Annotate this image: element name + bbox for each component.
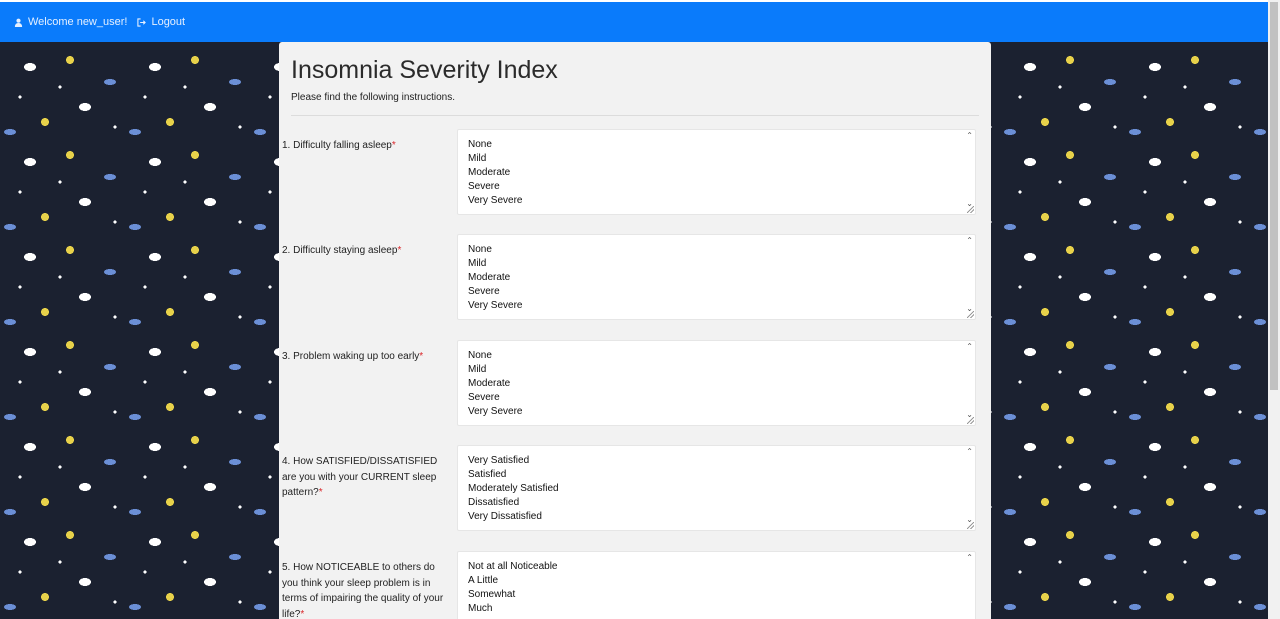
option[interactable]: None [468, 349, 965, 363]
required-marker: * [419, 351, 424, 362]
option[interactable]: Satisfied [468, 468, 965, 482]
answer-listbox[interactable]: Not at all Noticeable A Little Somewhat … [457, 551, 976, 619]
question-row: 4. How SATISFIED/DISSATISFIED are you wi… [279, 445, 991, 531]
option[interactable]: Moderately Satisfied [468, 482, 965, 496]
chevron-up-icon[interactable]: ⌃ [966, 342, 973, 351]
top-navbar: Welcome new_user! Logout [0, 0, 1280, 42]
listbox-scroll-arrows[interactable]: ⌃ ⌄ [963, 341, 973, 425]
question-row: 3. Problem waking up too early* None Mil… [279, 340, 991, 426]
answer-listbox[interactable]: None Mild Moderate Severe Very Severe ⌃ … [457, 234, 976, 320]
required-marker: * [300, 608, 305, 619]
chevron-up-icon[interactable]: ⌃ [966, 447, 973, 456]
option[interactable]: None [468, 138, 965, 152]
option[interactable]: Very Severe [468, 194, 965, 208]
listbox-scroll-arrows[interactable]: ⌃ ⌄ [963, 130, 973, 214]
page-scrollbar[interactable] [1268, 0, 1280, 619]
option[interactable]: Moderate [468, 271, 965, 285]
logout-text: Logout [151, 16, 186, 28]
question-text: 4. How SATISFIED/DISSATISFIED are you wi… [282, 456, 438, 498]
question-label: 2. Difficulty staying asleep* [282, 243, 450, 259]
answer-listbox[interactable]: Very Satisfied Satisfied Moderately Sati… [457, 445, 976, 531]
page-title: Insomnia Severity Index [291, 56, 558, 84]
option[interactable]: Severe [468, 285, 965, 299]
question-text: 1. Difficulty falling asleep [282, 140, 392, 151]
instructions-text: Please find the following instructions. [291, 92, 455, 103]
answer-listbox[interactable]: None Mild Moderate Severe Very Severe ⌃ … [457, 340, 976, 426]
chevron-up-icon[interactable]: ⌃ [966, 131, 973, 140]
question-row: 1. Difficulty falling asleep* None Mild … [279, 129, 991, 215]
listbox-scroll-arrows[interactable]: ⌃ ⌄ [963, 235, 973, 319]
option[interactable]: Mild [468, 363, 965, 377]
option[interactable]: Moderate [468, 377, 965, 391]
question-label: 4. How SATISFIED/DISSATISFIED are you wi… [282, 454, 450, 501]
option[interactable]: Very Dissatisfied [468, 510, 965, 524]
question-label: 3. Problem waking up too early* [282, 349, 450, 365]
welcome-text: Welcome new_user! [28, 16, 128, 28]
question-row: 2. Difficulty staying asleep* None Mild … [279, 234, 991, 320]
option[interactable]: None [468, 243, 965, 257]
question-text: 2. Difficulty staying asleep [282, 245, 398, 256]
answer-listbox[interactable]: None Mild Moderate Severe Very Severe ⌃ … [457, 129, 976, 215]
resize-grip-icon[interactable] [967, 311, 974, 318]
listbox-scroll-arrows[interactable]: ⌃ ⌄ [963, 446, 973, 530]
resize-grip-icon[interactable] [967, 417, 974, 424]
questionnaire-panel: Insomnia Severity Index Please find the … [279, 42, 991, 619]
option[interactable]: Not at all Noticeable [468, 560, 965, 574]
option[interactable]: Very Severe [468, 299, 965, 313]
chevron-up-icon[interactable]: ⌃ [966, 553, 973, 562]
logout-link[interactable]: Logout [137, 16, 185, 28]
divider [291, 115, 979, 116]
scrollbar-thumb[interactable] [1270, 2, 1278, 390]
option[interactable]: Much [468, 602, 965, 616]
option[interactable]: Severe [468, 391, 965, 405]
required-marker: * [391, 140, 396, 151]
listbox-scroll-arrows[interactable]: ⌃ [963, 552, 973, 619]
option[interactable]: Somewhat [468, 588, 965, 602]
question-row: 5. How NOTICEABLE to others do you think… [279, 551, 991, 619]
chevron-up-icon[interactable]: ⌃ [966, 236, 973, 245]
required-marker: * [397, 245, 402, 256]
required-marker: * [318, 487, 323, 498]
question-text: 3. Problem waking up too early [282, 351, 420, 362]
option[interactable]: Moderate [468, 166, 965, 180]
welcome-link[interactable]: Welcome new_user! [14, 16, 127, 28]
resize-grip-icon[interactable] [967, 206, 974, 213]
option[interactable]: Mild [468, 257, 965, 271]
resize-grip-icon[interactable] [967, 522, 974, 529]
question-label: 5. How NOTICEABLE to others do you think… [282, 560, 450, 619]
question-text: 5. How NOTICEABLE to others do you think… [282, 562, 444, 619]
user-icon [14, 18, 23, 27]
question-label: 1. Difficulty falling asleep* [282, 138, 450, 154]
option[interactable]: A Little [468, 574, 965, 588]
option[interactable]: Very Severe [468, 405, 965, 419]
option[interactable]: Severe [468, 180, 965, 194]
option[interactable]: Mild [468, 152, 965, 166]
option[interactable]: Very Satisfied [468, 454, 965, 468]
logout-icon [137, 17, 147, 27]
option[interactable]: Dissatisfied [468, 496, 965, 510]
